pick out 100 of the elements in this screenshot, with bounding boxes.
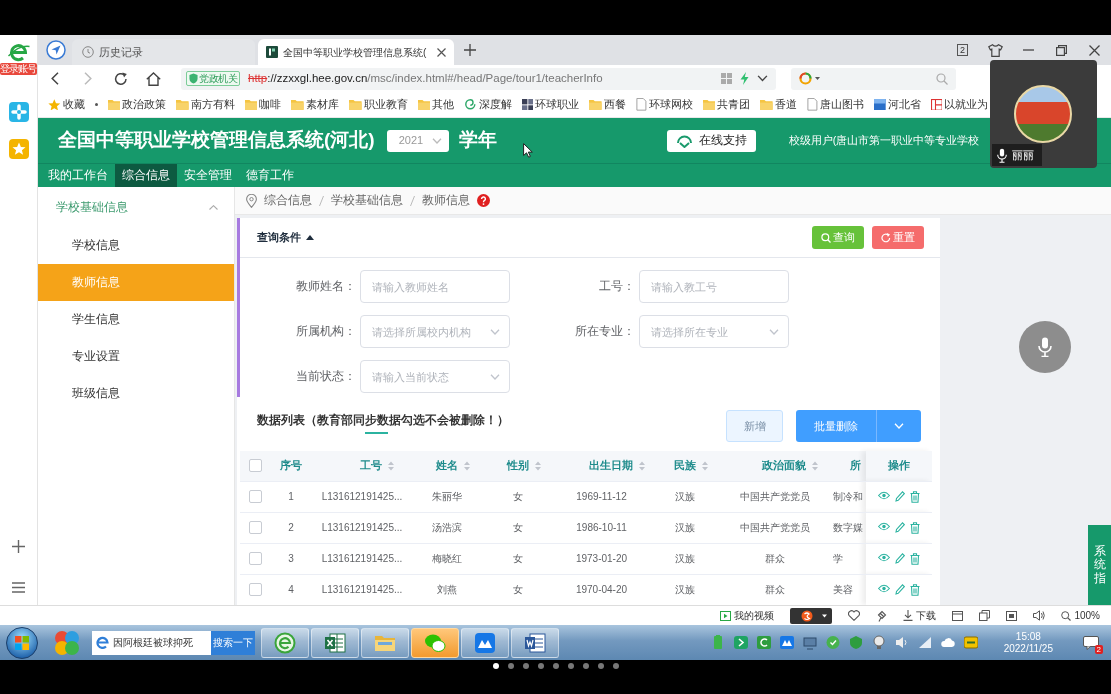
sort-icon[interactable]	[702, 460, 708, 471]
select-field[interactable]: 请选择所在专业	[639, 315, 789, 348]
edit-icon[interactable]	[895, 521, 905, 533]
breadcrumb-link[interactable]: 学校基础信息	[331, 192, 403, 209]
edit-icon[interactable]	[895, 552, 905, 564]
forward-icon[interactable]	[83, 72, 92, 85]
bookmark-link[interactable]: 其他	[417, 97, 455, 112]
login-label[interactable]: 登录账号	[0, 63, 37, 75]
caret-up-icon[interactable]	[306, 235, 314, 240]
bookmark-link[interactable]: 共青团	[702, 97, 751, 112]
sort-icon[interactable]	[812, 460, 818, 471]
bookmark-link[interactable]: 西餐	[589, 97, 627, 112]
menu-item[interactable]: 综合信息	[115, 164, 177, 187]
logo-tile-icon[interactable]	[790, 607, 833, 624]
view-icon[interactable]	[878, 521, 890, 531]
column-header[interactable]: 性别	[506, 458, 529, 473]
star-tile-icon[interactable]	[8, 139, 29, 159]
delete-icon[interactable]	[910, 552, 920, 565]
pager-dot[interactable]	[567, 663, 574, 669]
sort-icon[interactable]	[464, 460, 470, 471]
input-field[interactable]: 请输入教师姓名	[360, 270, 510, 303]
column-header[interactable]: 操作	[888, 458, 910, 473]
select-field[interactable]: 请选择所属校内机构	[360, 315, 510, 348]
bookmark-link[interactable]: 深度解	[464, 97, 512, 112]
menu-item[interactable]: 安全管理	[177, 164, 239, 187]
bookmark-link[interactable]: 唐山图书	[807, 97, 864, 112]
pager-dot[interactable]	[537, 663, 544, 669]
column-header[interactable]: 政治面貌	[762, 458, 806, 473]
window-icon[interactable]	[952, 610, 964, 621]
row-checkbox[interactable]	[248, 583, 262, 597]
dropdown-dot-icon[interactable]	[94, 103, 98, 106]
sort-icon[interactable]	[534, 460, 541, 471]
bookmark-link[interactable]: 咖啡	[244, 97, 282, 112]
search-field[interactable]	[791, 67, 956, 90]
sidebar-item[interactable]: 班级信息	[38, 375, 234, 412]
column-header[interactable]: 工号	[360, 458, 382, 473]
search-field[interactable]: 因阿根廷被球抑死	[92, 630, 211, 655]
bookmark-link[interactable]: 素材库	[291, 97, 339, 112]
pin-icon[interactable]	[876, 609, 888, 622]
zoom-button[interactable]: 100%	[1061, 609, 1100, 622]
network-icon[interactable]	[802, 635, 817, 650]
edit-icon[interactable]	[895, 583, 905, 595]
delete-icon[interactable]	[910, 490, 920, 503]
home-icon[interactable]	[146, 71, 161, 86]
select-field[interactable]: 请输入当前状态	[360, 360, 510, 393]
breadcrumb-link[interactable]: 教师信息	[422, 192, 470, 209]
ring-tile-icon[interactable]	[756, 635, 771, 650]
navigation-icon[interactable]	[46, 40, 66, 60]
help-icon[interactable]	[477, 194, 490, 207]
bookmark-link[interactable]: 收藏	[48, 97, 85, 112]
view-icon[interactable]	[878, 552, 890, 562]
delete-icon[interactable]	[910, 521, 920, 534]
close-icon[interactable]	[1089, 44, 1100, 56]
sort-icon[interactable]	[388, 460, 394, 471]
bookmark-link[interactable]: 政治政策	[107, 97, 167, 112]
colorful-ball-icon[interactable]	[54, 629, 80, 656]
video-link[interactable]: 我的视频	[720, 609, 775, 622]
edit-icon[interactable]	[895, 490, 905, 502]
row-checkbox[interactable]	[248, 521, 262, 535]
browser-logo-icon[interactable]	[7, 43, 30, 62]
heart-icon[interactable]	[848, 610, 861, 621]
pager-dot[interactable]	[522, 663, 529, 669]
new-tab-icon[interactable]	[464, 44, 477, 56]
shirt-icon[interactable]	[988, 43, 1003, 57]
address-field[interactable]: 党政机关 http://zzxxgl.hee.gov.cn/msc/index.html#/head/Page/tour1/teacherInfo	[181, 67, 776, 90]
sidebar-item[interactable]: 专业设置	[38, 338, 234, 375]
cloud-icon[interactable]	[940, 635, 955, 650]
reload-icon[interactable]	[113, 71, 128, 86]
menu-item[interactable]: 德育工作	[239, 164, 301, 187]
pager-dot[interactable]	[582, 663, 589, 669]
column-header[interactable]: 姓名	[436, 458, 458, 473]
delete-icon[interactable]	[910, 583, 920, 596]
search-engine-icon[interactable]	[799, 72, 812, 85]
column-header[interactable]: 所	[850, 458, 861, 473]
caret-icon[interactable]	[815, 77, 820, 80]
view-icon[interactable]	[878, 490, 890, 500]
lightning-icon[interactable]	[740, 72, 749, 85]
menu-icon[interactable]	[12, 582, 25, 593]
query-toggle[interactable]: 查询条件	[257, 230, 314, 245]
support-button[interactable]: 在线支持	[666, 129, 756, 152]
shield-tray-icon[interactable]	[825, 635, 840, 650]
arrow-tile-icon[interactable]	[733, 635, 748, 650]
bookmark-link[interactable]: 环球职业	[521, 97, 580, 112]
bookmark-link[interactable]: 职业教育	[348, 97, 408, 112]
copy-icon[interactable]	[979, 610, 991, 621]
close-icon[interactable]	[437, 47, 447, 57]
add-icon[interactable]	[12, 540, 25, 553]
row-checkbox[interactable]	[248, 459, 262, 473]
signal-icon[interactable]	[917, 635, 932, 650]
search-button[interactable]: 搜索一下	[211, 630, 255, 655]
start-button[interactable]	[6, 626, 38, 659]
back-icon[interactable]	[50, 72, 59, 85]
bookmark-link[interactable]: 环球网校	[636, 97, 693, 112]
sort-icon[interactable]	[638, 460, 645, 471]
sidebar-item[interactable]: 学校信息	[38, 227, 234, 264]
input-field[interactable]: 请输入教工号	[639, 270, 789, 303]
fullscreen-icon[interactable]	[1006, 610, 1018, 621]
bookmark-link[interactable]: 河北省	[873, 97, 921, 112]
pager-dot[interactable]	[507, 663, 514, 669]
notification-icon[interactable]	[1083, 635, 1099, 650]
